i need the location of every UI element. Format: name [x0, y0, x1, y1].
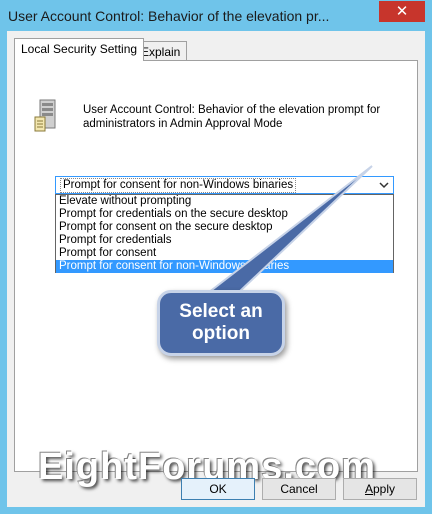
tab-label: Local Security Setting — [21, 42, 138, 56]
window-title: User Account Control: Behavior of the el… — [8, 8, 330, 24]
apply-label-rest: pply — [373, 482, 396, 496]
close-button[interactable]: ✕ — [379, 1, 425, 22]
dropdown-option[interactable]: Prompt for credentials on the secure des… — [56, 208, 393, 221]
dropdown-option-selected[interactable]: Prompt for consent for non-Windows binar… — [56, 260, 393, 273]
callout-line-1: Select an — [179, 301, 263, 322]
tab-local-security-setting[interactable]: Local Security Setting — [14, 38, 145, 61]
close-icon: ✕ — [395, 3, 409, 20]
dialog-window: User Account Control: Behavior of the el… — [0, 0, 432, 514]
dropdown-option[interactable]: Elevate without prompting — [56, 195, 393, 208]
chevron-down-icon[interactable] — [379, 178, 389, 192]
behavior-select[interactable]: Prompt for consent for non-Windows binar… — [55, 176, 394, 194]
settings-panel: User Account Control: Behavior of the el… — [14, 60, 418, 472]
cancel-button[interactable]: Cancel — [262, 478, 336, 500]
select-dropdown-list: Elevate without prompting Prompt for cre… — [55, 194, 394, 273]
select-current-value: Prompt for consent for non-Windows binar… — [60, 178, 297, 193]
policy-description: User Account Control: Behavior of the el… — [83, 104, 381, 130]
dropdown-option[interactable]: Prompt for credentials — [56, 234, 393, 247]
apply-button[interactable]: Apply — [343, 478, 417, 500]
select-option-callout: Select an option — [157, 290, 285, 356]
tab-label: Explain — [141, 45, 181, 59]
ok-button[interactable]: OK — [181, 478, 255, 500]
callout-line-2: option — [191, 323, 251, 344]
title-bar[interactable]: User Account Control: Behavior of the el… — [0, 0, 432, 31]
apply-accelerator: A — [364, 482, 373, 496]
client-area: Local Security Setting Explain User Acco… — [7, 31, 425, 507]
server-policy-icon — [34, 99, 56, 132]
dropdown-option[interactable]: Prompt for consent on the secure desktop — [56, 221, 393, 234]
dropdown-option[interactable]: Prompt for consent — [56, 247, 393, 260]
